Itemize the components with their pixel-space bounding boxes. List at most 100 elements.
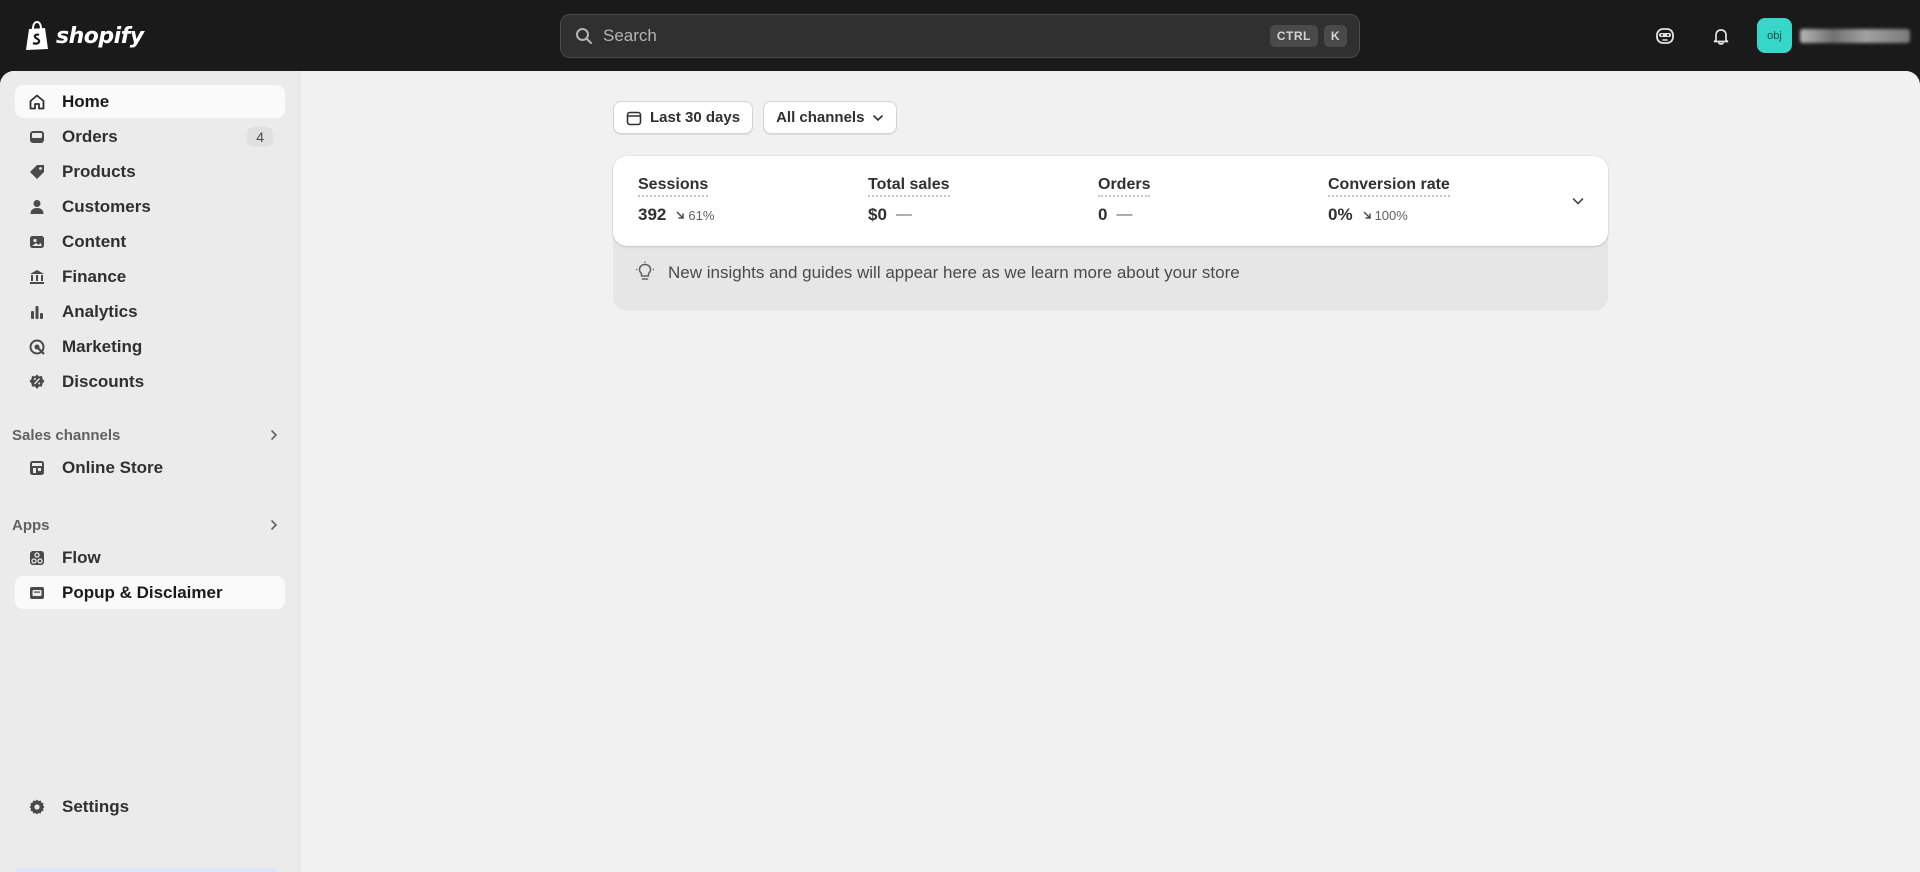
metric-change-dash: — bbox=[1116, 206, 1133, 223]
chevron-down-icon bbox=[1572, 198, 1584, 205]
sidebar-item-marketing[interactable]: Marketing bbox=[15, 330, 285, 363]
tag-icon bbox=[27, 162, 47, 182]
sidebar-item-customers[interactable]: Customers bbox=[15, 190, 285, 223]
inbox-icon bbox=[27, 127, 47, 147]
sidebar-item-label: Finance bbox=[62, 266, 127, 286]
chevron-down-icon bbox=[873, 114, 884, 121]
notifications-button[interactable] bbox=[1704, 19, 1738, 53]
date-range-label: Last 30 days bbox=[650, 109, 741, 126]
section-label: Apps bbox=[12, 516, 50, 534]
metric-title: Sessions bbox=[638, 176, 709, 197]
section-label: Sales channels bbox=[12, 426, 121, 444]
sidebar-item-label: Marketing bbox=[62, 336, 143, 356]
bar-chart-icon bbox=[27, 302, 47, 322]
image-icon bbox=[27, 232, 47, 252]
sidebar-item-settings[interactable]: Settings bbox=[15, 790, 285, 823]
main-nav: Home Orders 4 Products Customers Content… bbox=[15, 85, 285, 400]
sidebar-item-label: Customers bbox=[62, 196, 151, 216]
lightbulb-icon bbox=[636, 261, 654, 280]
metric-row: 0 — bbox=[1098, 205, 1318, 225]
sidebar-item-label: Flow bbox=[62, 547, 101, 567]
insights-text: New insights and guides will appear here… bbox=[668, 263, 1240, 282]
bottom-banner-edge bbox=[15, 868, 277, 872]
sidebar-item-home[interactable]: Home bbox=[15, 85, 285, 118]
metric-title: Total sales bbox=[868, 176, 950, 197]
apps-heading[interactable]: Apps bbox=[12, 514, 288, 536]
metric-change: 100% bbox=[1362, 208, 1408, 223]
sidebar: Home Orders 4 Products Customers Content… bbox=[0, 71, 300, 872]
metric-value: 0 bbox=[1098, 205, 1108, 224]
metric-sessions[interactable]: Sessions 392 61% bbox=[638, 176, 858, 225]
expand-metrics-button[interactable] bbox=[1566, 189, 1590, 213]
metrics-card: Sessions 392 61% Total sales $0 — Orders bbox=[613, 156, 1608, 246]
sidebar-item-label: Orders bbox=[62, 126, 118, 146]
account-menu[interactable]: obj bbox=[1757, 18, 1910, 53]
chevron-right-icon bbox=[271, 430, 278, 440]
metric-change-dash: — bbox=[895, 206, 912, 223]
sidebar-item-label: Content bbox=[62, 231, 127, 251]
sidebar-item-discounts[interactable]: Discounts bbox=[15, 365, 285, 398]
arrow-down-right-icon bbox=[1363, 211, 1371, 219]
sidebar-item-online-store[interactable]: Online Store bbox=[15, 451, 285, 484]
date-range-button[interactable]: Last 30 days bbox=[613, 101, 754, 134]
channels-filter-label: All channels bbox=[776, 109, 865, 126]
dashboard-filters: Last 30 days All channels bbox=[613, 101, 898, 134]
bell-icon bbox=[1713, 29, 1729, 45]
sidebar-item-label: Analytics bbox=[62, 301, 138, 321]
avatar: obj bbox=[1757, 18, 1792, 53]
sidebar-item-label: Settings bbox=[62, 796, 130, 816]
sidebar-item-finance[interactable]: Finance bbox=[15, 260, 285, 293]
sidebar-item-popup-disclaimer[interactable]: Popup & Disclaimer bbox=[15, 576, 285, 609]
metric-total-sales[interactable]: Total sales $0 — bbox=[868, 176, 1088, 225]
channels-filter-button[interactable]: All channels bbox=[763, 101, 898, 134]
main-content: Last 30 days All channels Sessions 392 6… bbox=[300, 71, 1920, 872]
shopify-bag-icon bbox=[26, 21, 48, 50]
sidebar-item-products[interactable]: Products bbox=[15, 155, 285, 188]
shopify-logo[interactable]: shopify bbox=[24, 19, 144, 53]
app-shell: Home Orders 4 Products Customers Content… bbox=[0, 71, 1920, 872]
sidebar-item-label: Popup & Disclaimer bbox=[62, 582, 223, 602]
sidekick-button[interactable] bbox=[1648, 19, 1682, 53]
sidebar-item-flow[interactable]: Flow bbox=[15, 541, 285, 574]
metric-change-value: 100% bbox=[1374, 207, 1408, 223]
search-bar[interactable]: Search CTRL K bbox=[560, 14, 1360, 58]
gear-icon bbox=[27, 797, 47, 817]
person-icon bbox=[27, 197, 47, 217]
metric-value: $0 bbox=[868, 205, 887, 224]
search-icon bbox=[576, 28, 592, 44]
metric-row: 0% 100% bbox=[1328, 205, 1548, 225]
sidebar-item-label: Products bbox=[62, 161, 136, 181]
shortcut-ctrl-key: CTRL bbox=[1269, 25, 1318, 47]
metric-change-value: 61% bbox=[688, 207, 715, 223]
sidebar-item-label: Discounts bbox=[62, 371, 145, 391]
home-icon bbox=[27, 92, 47, 112]
store-name-redacted bbox=[1800, 28, 1910, 43]
metric-row: 392 61% bbox=[638, 205, 858, 225]
metric-conversion-rate[interactable]: Conversion rate 0% 100% bbox=[1328, 176, 1548, 225]
sales-channels-heading[interactable]: Sales channels bbox=[12, 424, 288, 446]
metric-value: 392 bbox=[638, 205, 667, 224]
orders-count-badge: 4 bbox=[247, 126, 273, 147]
app-icon bbox=[27, 583, 47, 603]
top-actions bbox=[1648, 18, 1738, 54]
sidebar-item-label: Online Store bbox=[62, 457, 164, 477]
sales-channels-nav: Online Store bbox=[15, 451, 285, 486]
metric-orders[interactable]: Orders 0 — bbox=[1098, 176, 1318, 225]
store-icon bbox=[27, 458, 47, 478]
bank-icon bbox=[27, 267, 47, 287]
top-bar: shopify Search CTRL K obj bbox=[0, 0, 1920, 71]
apps-nav: Flow Popup & Disclaimer bbox=[15, 541, 285, 611]
sidebar-item-orders[interactable]: Orders 4 bbox=[15, 120, 285, 153]
sidebar-item-content[interactable]: Content bbox=[15, 225, 285, 258]
sidebar-item-label: Home bbox=[62, 91, 110, 111]
metric-change: 61% bbox=[675, 208, 714, 223]
calendar-icon bbox=[626, 111, 642, 125]
sidebar-item-analytics[interactable]: Analytics bbox=[15, 295, 285, 328]
shortcut-k-key: K bbox=[1323, 25, 1347, 47]
metric-row: $0 — bbox=[868, 205, 1088, 225]
logo-text: shopify bbox=[56, 23, 144, 49]
metric-value: 0% bbox=[1328, 205, 1353, 224]
flow-icon bbox=[27, 548, 47, 568]
search-placeholder: Search bbox=[603, 26, 657, 45]
metric-title: Orders bbox=[1098, 176, 1151, 197]
